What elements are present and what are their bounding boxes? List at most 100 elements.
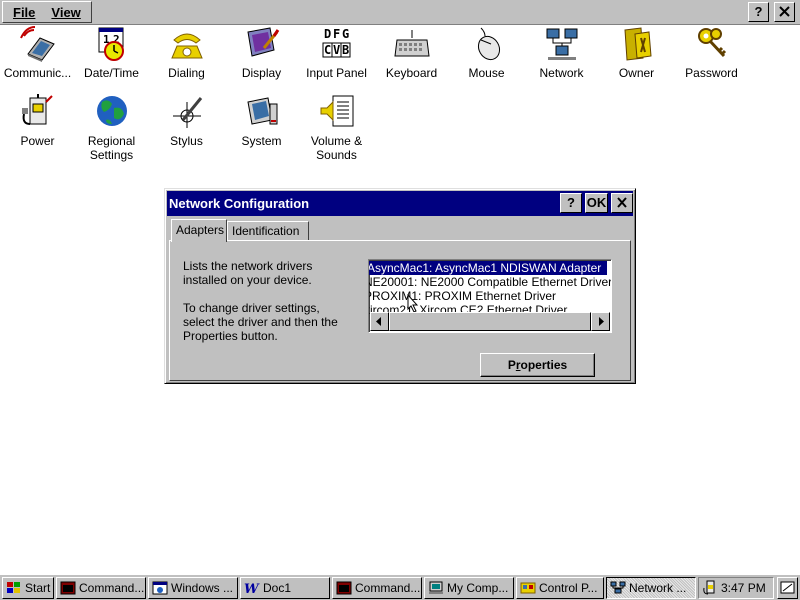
taskbar-item-label: Control P... [539, 581, 598, 595]
icon-dialing[interactable]: Dialing [149, 26, 224, 80]
description-settings: To change driver settings, select the dr… [183, 301, 363, 343]
adapters-panel: Lists the network drivers installed on y… [169, 240, 631, 381]
icon-communication[interactable]: Communic... [0, 26, 75, 80]
taskbar-item-windows[interactable]: Windows ... [148, 577, 238, 599]
icon-display[interactable]: Display [224, 26, 299, 80]
speaker-icon [320, 95, 353, 127]
keyboard-icon [393, 30, 430, 57]
control-panel-icon [520, 582, 536, 594]
icon-power[interactable]: Power [0, 94, 75, 148]
menu-view[interactable]: View [43, 2, 88, 22]
icon-label: Password [685, 66, 738, 80]
taskbar-item-label: Command... [355, 581, 421, 595]
properties-label: Properties [507, 358, 568, 372]
icon-network[interactable]: Network [524, 26, 599, 80]
icon-label: Owner [618, 66, 655, 80]
svg-text:W: W [244, 582, 260, 595]
description-line: Properties button. [183, 329, 278, 343]
keys-icon [697, 28, 726, 58]
input-panel-icon: D F G C V B [321, 27, 352, 59]
input-panel-glyph: C [324, 43, 331, 57]
icon-label: Mouse [468, 66, 505, 80]
taskbar-item-network[interactable]: Network ... [606, 577, 696, 599]
scroll-left-button[interactable] [370, 312, 389, 331]
command-bar: File View ? [0, 0, 800, 25]
taskbar-item-doc1[interactable]: W Doc1 [240, 577, 330, 599]
tab-identification[interactable]: Identification [227, 221, 309, 240]
icon-keyboard[interactable]: Keyboard [374, 26, 449, 80]
icon-mouse[interactable]: Mouse [449, 26, 524, 80]
dialog-ok-button[interactable]: OK [585, 193, 608, 213]
word-doc-icon: W [244, 582, 260, 595]
dialog-close-button[interactable] [611, 193, 633, 213]
system-icon [246, 97, 277, 125]
telephone-icon [170, 33, 203, 59]
close-icon [779, 6, 790, 17]
input-panel-glyph: B [342, 43, 349, 57]
dialog-help-button[interactable]: ? [560, 193, 582, 213]
description-line: Lists the network drivers [183, 259, 313, 273]
globe-icon [96, 96, 127, 126]
clock[interactable]: 3:47 PM [721, 578, 766, 598]
icon-owner[interactable]: Owner [599, 26, 674, 80]
icon-volume-sounds[interactable]: Volume & Sounds [299, 94, 374, 162]
horizontal-scrollbar[interactable] [370, 312, 610, 331]
driver-list-item[interactable]: AsyncMac1: AsyncMac1 NDISWAN Adapter [369, 261, 607, 275]
help-button[interactable]: ? [748, 2, 769, 22]
arrow-left-icon [376, 317, 381, 326]
scroll-right-button[interactable] [591, 312, 610, 331]
network-icon [610, 581, 626, 594]
my-computer-icon [429, 581, 443, 594]
stylus-icon [172, 97, 202, 128]
windows-logo-icon [7, 582, 20, 593]
taskbar-item-label: Doc1 [263, 581, 292, 595]
menu-group: File View [2, 1, 92, 23]
icon-label: Keyboard [385, 66, 438, 80]
driver-list-item[interactable]: NE20001: NE2000 Compatible Ethernet Driv… [369, 275, 611, 289]
properties-button[interactable]: Properties [480, 353, 595, 377]
icon-password[interactable]: Password [674, 26, 749, 80]
power-status-icon[interactable] [702, 580, 718, 596]
icon-system[interactable]: System [224, 94, 299, 148]
icon-label: Display [241, 66, 282, 80]
taskbar-item-command-1[interactable]: Command... [56, 577, 146, 599]
driver-list-item[interactable]: PROXIM1: PROXIM Ethernet Driver [369, 289, 556, 303]
description-line: installed on your device. [183, 273, 312, 287]
mouse-icon [477, 27, 500, 61]
scroll-thumb[interactable] [389, 312, 591, 331]
taskbar-item-control-panel[interactable]: Control P... [516, 577, 604, 599]
display-icon [246, 27, 279, 57]
icon-regional-settings[interactable]: Regional Settings [74, 94, 149, 162]
start-label: Start [25, 581, 51, 595]
icon-stylus[interactable]: Stylus [149, 94, 224, 148]
start-button[interactable]: Start [2, 577, 54, 599]
taskbar-item-label: My Comp... [447, 581, 509, 595]
description-line: select the driver and then the [183, 315, 338, 329]
taskbar: Start Command... Windows ... W Doc1 Comm… [0, 574, 800, 600]
mouse-cursor-icon [407, 294, 419, 313]
icon-label: Power [20, 134, 55, 148]
taskbar-item-label: Command... [79, 581, 145, 595]
input-panel-glyph: V [333, 43, 340, 57]
close-button[interactable] [774, 2, 795, 22]
power-plug-icon [21, 94, 53, 125]
tab-adapters[interactable]: Adapters [171, 219, 227, 242]
icon-date-time[interactable]: 1 2 Date/Time [74, 26, 149, 80]
show-desktop-button[interactable] [777, 577, 798, 599]
windows-explorer-icon [152, 581, 168, 595]
calendar-clock-icon: 1 2 [98, 27, 124, 61]
dialog-title-bar[interactable]: Network Configuration ? OK [167, 191, 633, 216]
network-configuration-dialog: Network Configuration ? OK Adapters Iden… [164, 188, 636, 384]
menu-file[interactable]: File [5, 2, 43, 22]
input-panel-glyph: G [342, 27, 349, 41]
arrow-right-icon [599, 317, 604, 326]
description-line: To change driver settings, [183, 301, 320, 315]
icon-input-panel[interactable]: D F G C V B Input Panel [299, 26, 374, 80]
driver-listbox[interactable]: AsyncMac1: AsyncMac1 NDISWAN Adapter NE2… [368, 259, 612, 333]
icon-label: Stylus [170, 134, 203, 148]
taskbar-item-my-computer[interactable]: My Comp... [424, 577, 514, 599]
taskbar-item-command-2[interactable]: Command... [332, 577, 422, 599]
icon-label: Date/Time [84, 66, 139, 80]
input-panel-glyph: F [333, 27, 340, 41]
close-icon [617, 197, 627, 208]
